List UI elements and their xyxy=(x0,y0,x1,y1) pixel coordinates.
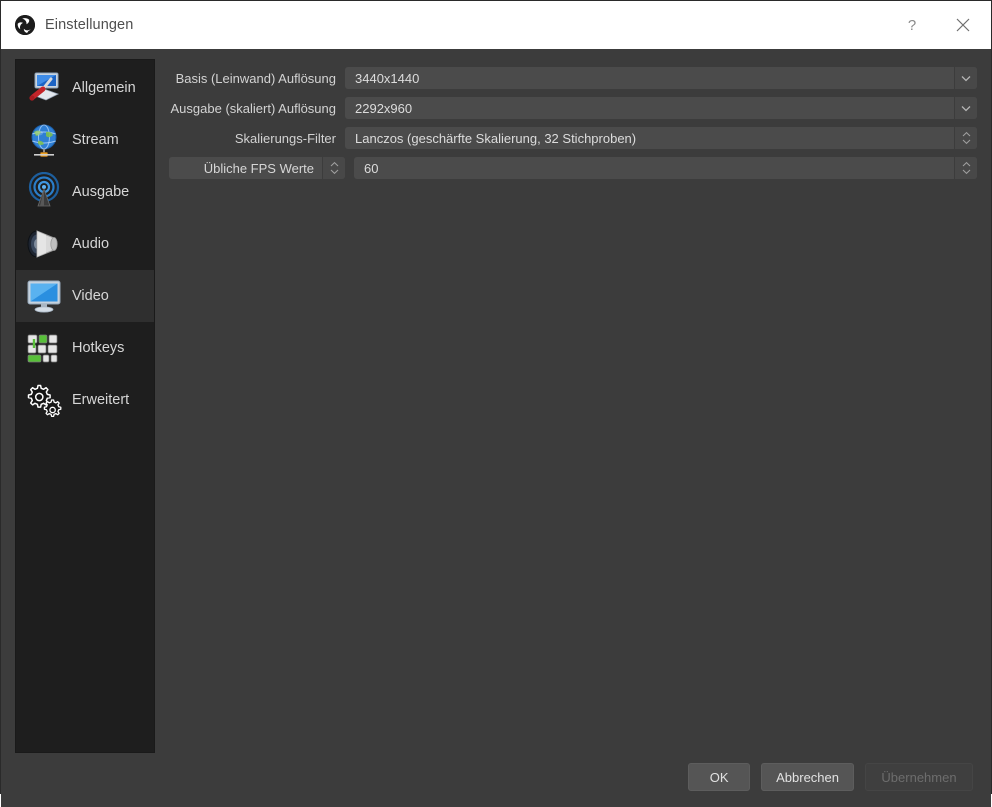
close-icon xyxy=(956,18,970,32)
chevron-down-icon[interactable] xyxy=(954,97,977,119)
sidebar-item-label: Audio xyxy=(72,236,110,252)
base-resolution-row: Basis (Leinwand) Auflösung 3440x1440 xyxy=(169,67,977,89)
video-settings-panel: Basis (Leinwand) Auflösung 3440x1440 Aus… xyxy=(155,59,977,753)
sidebar-item-label: Allgemein xyxy=(72,80,136,96)
sidebar-item-erweitert[interactable]: Erweitert xyxy=(16,374,154,426)
output-resolution-combobox[interactable]: 2292x960 xyxy=(345,97,977,119)
close-button[interactable] xyxy=(935,1,991,49)
sidebar-item-audio[interactable]: Audio xyxy=(16,218,154,270)
scale-filter-label: Skalierungs-Filter xyxy=(234,130,336,146)
output-resolution-value: 2292x960 xyxy=(355,100,413,116)
scale-filter-spinbox[interactable]: Lanczos (geschärfte Skalierung, 32 Stich… xyxy=(345,127,977,149)
help-button[interactable]: ? xyxy=(889,1,935,49)
fps-type-label: Übliche FPS Werte xyxy=(203,160,314,176)
sidebar-item-stream[interactable]: Stream xyxy=(16,114,154,166)
speaker-icon xyxy=(22,222,66,266)
general-monitor-screwdriver-icon xyxy=(22,66,66,110)
fps-row: Übliche FPS Werte 60 xyxy=(169,157,977,179)
dialog-footer: OK Abbrechen Übernehmen xyxy=(1,753,991,807)
sidebar-item-label: Erweitert xyxy=(72,392,130,408)
sidebar-item-label: Hotkeys xyxy=(72,340,125,356)
fps-value: 60 xyxy=(364,160,379,176)
sidebar-item-ausgabe[interactable]: Ausgabe xyxy=(16,166,154,218)
base-resolution-combobox[interactable]: 3440x1440 xyxy=(345,67,977,89)
globe-stream-icon xyxy=(22,118,66,162)
base-resolution-value: 3440x1440 xyxy=(355,70,420,86)
sidebar-item-label: Stream xyxy=(72,132,119,148)
sidebar-item-label: Ausgabe xyxy=(72,184,130,200)
obs-logo-icon xyxy=(15,15,35,35)
output-resolution-row: Ausgabe (skaliert) Auflösung 2292x960 xyxy=(169,97,977,119)
window-title: Einstellungen xyxy=(45,17,134,33)
sidebar-item-hotkeys[interactable]: Hotkeys xyxy=(16,322,154,374)
sidebar-item-video[interactable]: Video xyxy=(16,270,154,322)
spinner-up-down-icon[interactable] xyxy=(954,127,977,149)
base-resolution-label: Basis (Leinwand) Auflösung xyxy=(175,70,336,86)
output-resolution-label: Ausgabe (skaliert) Auflösung xyxy=(170,100,336,116)
settings-category-list[interactable]: Allgemein Stream Ausgabe Audio Video Hot… xyxy=(15,59,155,753)
ok-button[interactable]: OK xyxy=(688,763,751,791)
fps-type-combobox[interactable]: Übliche FPS Werte xyxy=(169,157,345,179)
scale-filter-value: Lanczos (geschärfte Skalierung, 32 Stich… xyxy=(355,130,637,146)
keyboard-icon xyxy=(22,326,66,370)
settings-dialog-window: Einstellungen ? Allgemein Stream Ausgabe… xyxy=(0,0,992,807)
fps-value-spinbox[interactable]: 60 xyxy=(354,157,977,179)
spinner-up-down-icon[interactable] xyxy=(322,157,345,179)
broadcast-antenna-icon xyxy=(22,170,66,214)
titlebar: Einstellungen ? xyxy=(1,1,991,49)
sidebar-item-label: Video xyxy=(72,288,109,304)
help-label: ? xyxy=(907,16,917,34)
dialog-body: Allgemein Stream Ausgabe Audio Video Hot… xyxy=(1,49,991,753)
titlebar-controls: ? xyxy=(889,1,991,49)
scale-filter-row: Skalierungs-Filter Lanczos (geschärfte S… xyxy=(169,127,977,149)
spinner-up-down-icon[interactable] xyxy=(954,157,977,179)
sidebar-item-allgemein[interactable]: Allgemein xyxy=(16,62,154,114)
cancel-button[interactable]: Abbrechen xyxy=(761,763,854,791)
apply-button[interactable]: Übernehmen xyxy=(865,763,973,791)
monitor-icon xyxy=(22,274,66,318)
gears-icon xyxy=(22,378,66,422)
chevron-down-icon[interactable] xyxy=(954,67,977,89)
